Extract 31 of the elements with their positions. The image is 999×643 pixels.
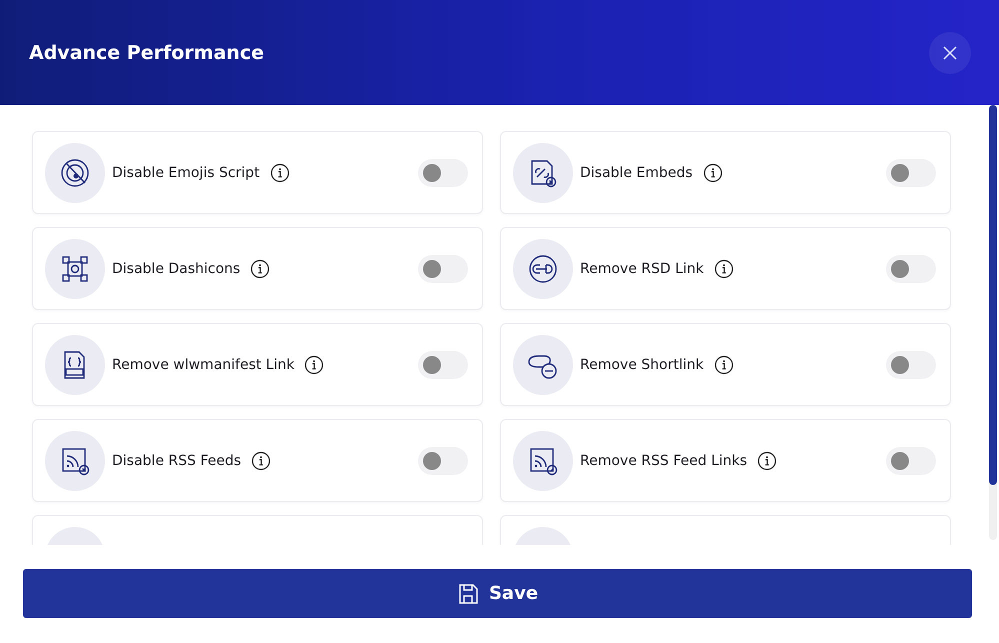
info-icon[interactable] — [270, 162, 290, 182]
scrollbar[interactable] — [989, 105, 997, 540]
toggle-switch[interactable] — [418, 446, 468, 474]
window-title: Advance Performance — [29, 42, 264, 64]
save-button[interactable]: Save — [23, 569, 972, 618]
option-label: Remove Shortlink — [580, 356, 704, 372]
toggle-switch[interactable] — [418, 350, 468, 378]
info-icon[interactable] — [714, 258, 734, 278]
info-icon[interactable] — [757, 450, 778, 470]
toggle-switch[interactable] — [886, 158, 936, 186]
info-icon[interactable] — [251, 450, 272, 470]
toggle-switch[interactable] — [418, 254, 468, 282]
info-icon[interactable] — [304, 354, 324, 374]
toggle-switch[interactable] — [886, 446, 936, 474]
close-icon — [943, 46, 957, 60]
toggle-switch[interactable] — [886, 254, 936, 282]
rsd-icon — [527, 252, 559, 284]
info-icon[interactable] — [714, 354, 734, 374]
option-label: Disable Emojis Script — [112, 164, 260, 180]
option-label: Disable Embeds — [580, 164, 693, 180]
info-icon[interactable] — [702, 162, 723, 182]
toggle-switch[interactable] — [418, 158, 468, 186]
option-label: Disable Dashicons — [112, 260, 240, 276]
option-label: Remove RSS Feed Links — [580, 452, 748, 468]
emoji-icon — [59, 156, 91, 188]
info-icon[interactable] — [250, 258, 270, 278]
close-button[interactable] — [929, 32, 971, 74]
option-label: Remove wlwmanifest Link — [112, 356, 294, 372]
option-label: Remove RSD Link — [580, 260, 704, 276]
option-label: Disable RSS Feeds — [112, 452, 242, 468]
toggle-switch[interactable] — [886, 350, 936, 378]
